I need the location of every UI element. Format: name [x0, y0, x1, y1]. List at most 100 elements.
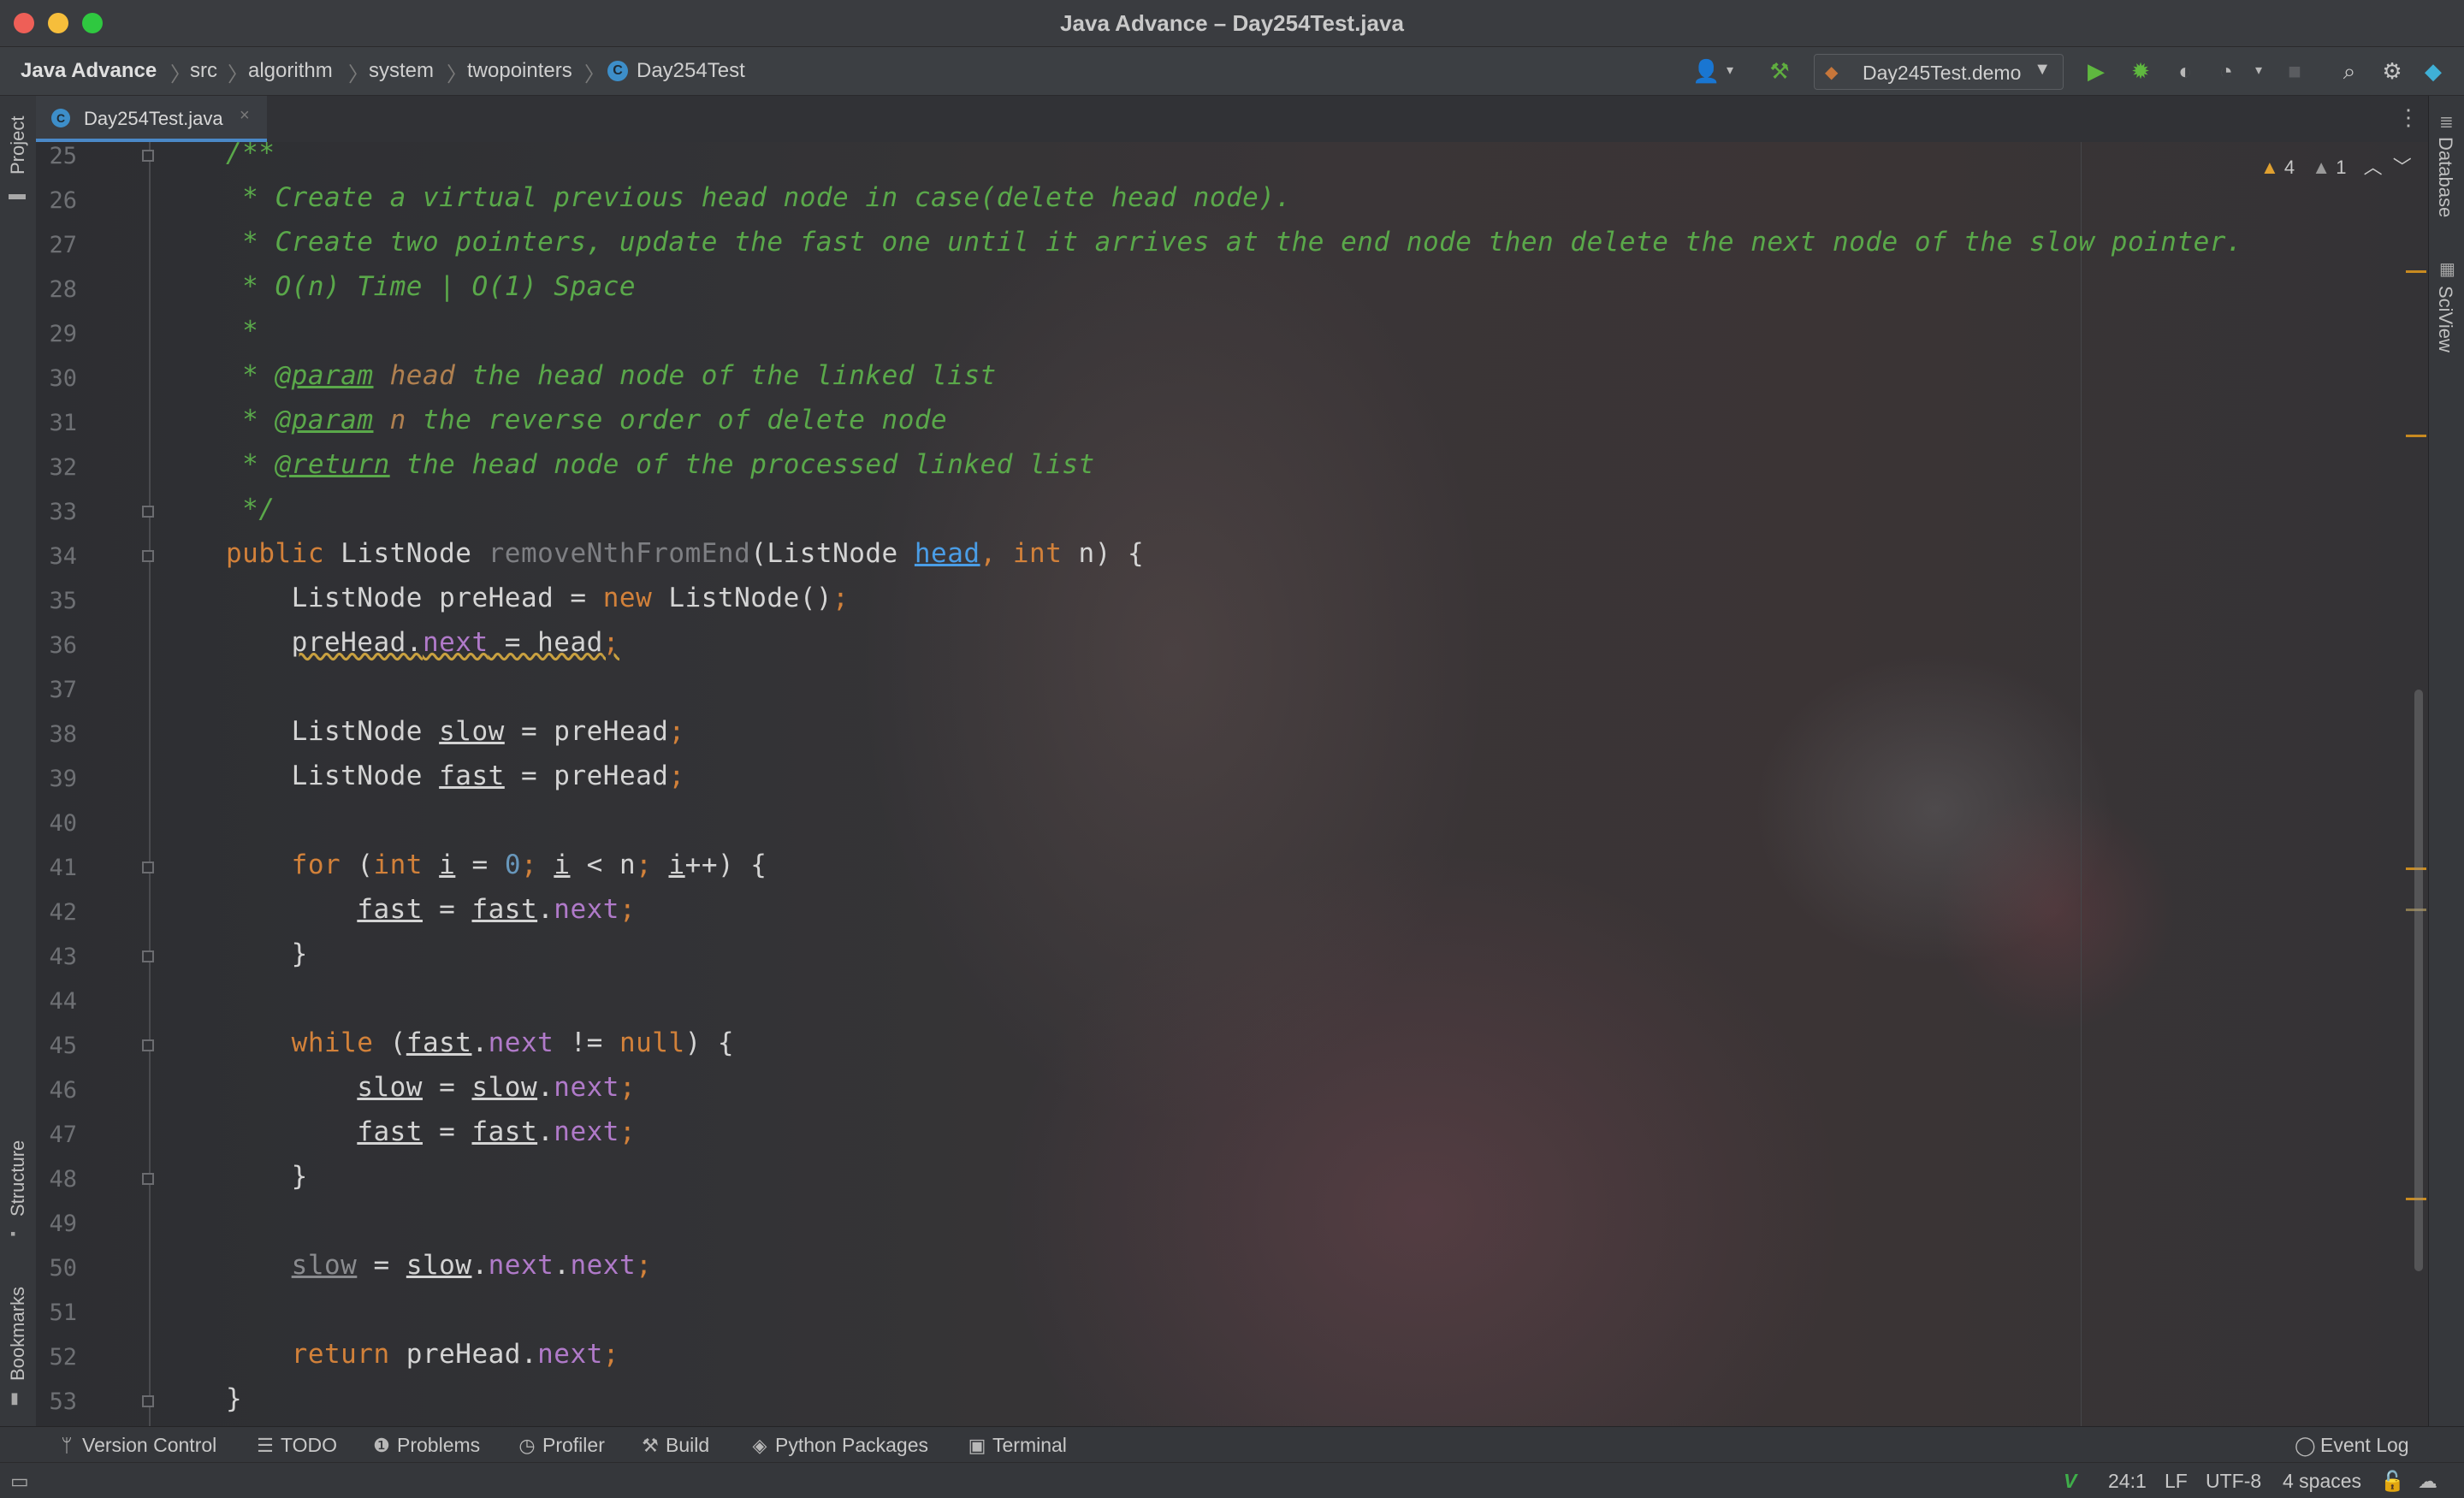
coverage-icon[interactable]: ◐	[2171, 57, 2199, 85]
line-number[interactable]: 31	[36, 410, 77, 436]
gear-icon[interactable]: ⚙	[2378, 57, 2406, 85]
warning-marker[interactable]	[2406, 270, 2426, 273]
line-number[interactable]: 30	[36, 365, 77, 392]
code-line[interactable]: }	[226, 1383, 242, 1414]
code-line[interactable]: * O(n) Time | O(1) Space	[226, 271, 636, 302]
breadcrumb-algorithm[interactable]: algorithm	[248, 59, 333, 83]
structure-panel-tab[interactable]: Structure	[7, 1140, 29, 1217]
inspection-widget[interactable]: ▲ 4 ▲ 1 ︿ ﹀	[2260, 152, 2412, 180]
line-number[interactable]: 45	[36, 1033, 77, 1059]
line-number[interactable]: 51	[36, 1300, 77, 1326]
fold-marker-icon[interactable]	[142, 1173, 154, 1185]
line-separator[interactable]: LF	[2165, 1470, 2188, 1493]
breadcrumb-twopointers[interactable]: twopointers	[467, 59, 572, 83]
vertical-scrollbar[interactable]	[2414, 690, 2423, 1271]
line-number[interactable]: 38	[36, 721, 77, 748]
code-line[interactable]: }	[226, 938, 308, 969]
line-number[interactable]: 41	[36, 855, 77, 881]
stop-icon[interactable]: ■	[2281, 57, 2308, 85]
more-options-icon[interactable]: ⋮	[2397, 104, 2420, 131]
code-line[interactable]: public ListNode removeNthFromEnd(ListNod…	[226, 538, 1144, 569]
line-number[interactable]: 34	[36, 543, 77, 570]
breadcrumb-class[interactable]: Day254Test	[637, 59, 745, 83]
line-number[interactable]: 35	[36, 588, 77, 614]
line-number[interactable]: 27	[36, 232, 77, 258]
line-number[interactable]: 47	[36, 1122, 77, 1148]
line-number[interactable]: 53	[36, 1388, 77, 1415]
line-number[interactable]: 42	[36, 899, 77, 926]
chevron-up-icon[interactable]: ︿	[2364, 157, 2383, 178]
todo-tab[interactable]: ☰ TODO	[255, 1434, 337, 1457]
line-number[interactable]: 52	[36, 1344, 77, 1371]
line-number[interactable]: 39	[36, 766, 77, 792]
fold-marker-icon[interactable]	[142, 506, 154, 518]
line-number[interactable]: 26	[36, 187, 77, 214]
line-number[interactable]: 36	[36, 632, 77, 659]
code-editor[interactable]: 25 /** 26 * Create a virtual previous head…	[36, 142, 2428, 1426]
problems-tab[interactable]: ❶ Problems	[371, 1434, 480, 1457]
close-icon[interactable]: ×	[240, 106, 250, 126]
fold-marker-icon[interactable]	[142, 550, 154, 562]
database-panel-tab[interactable]: Database	[2434, 137, 2456, 217]
breadcrumb-project[interactable]: Java Advance	[21, 59, 157, 83]
line-number[interactable]: 32	[36, 454, 77, 481]
vim-plugin-icon[interactable]: V	[2064, 1470, 2076, 1493]
caret-position[interactable]: 24:1	[2108, 1470, 2147, 1493]
notifications-icon[interactable]: ☁	[2418, 1470, 2437, 1493]
python-packages-tab[interactable]: ◈ Python Packages	[749, 1434, 928, 1457]
code-line[interactable]: ListNode preHead = new ListNode();	[226, 583, 849, 613]
line-number[interactable]: 50	[36, 1255, 77, 1282]
line-number[interactable]: 46	[36, 1077, 77, 1104]
event-log-tab[interactable]: ◯ Event Log	[2295, 1434, 2409, 1457]
hammer-icon[interactable]: ⚒	[1766, 57, 1793, 85]
fold-marker-icon[interactable]	[142, 861, 154, 873]
code-line[interactable]: }	[226, 1161, 308, 1192]
code-line[interactable]: /**	[226, 142, 275, 169]
sciview-panel-tab[interactable]: SciView	[2434, 286, 2456, 352]
line-number[interactable]: 25	[36, 143, 77, 169]
version-control-tab[interactable]: ᛘ Version Control	[56, 1434, 216, 1457]
editor-tab[interactable]: C Day254Test.java ×	[36, 96, 267, 142]
chevron-down-icon[interactable]: ﹀	[2393, 157, 2412, 178]
chevron-down-icon[interactable]: ▾	[1716, 57, 1744, 85]
breadcrumb-src[interactable]: src	[190, 59, 217, 83]
lock-icon[interactable]: 🔓	[2380, 1470, 2405, 1493]
search-icon[interactable]: ⌕	[2336, 57, 2363, 85]
code-line[interactable]: */	[226, 494, 275, 524]
warning-marker[interactable]	[2406, 435, 2426, 437]
code-line[interactable]: slow = slow.next;	[226, 1072, 636, 1103]
indent-setting[interactable]: 4 spaces	[2283, 1470, 2361, 1493]
code-line[interactable]: * @param head the head node of the linke…	[226, 360, 997, 391]
file-encoding[interactable]: UTF-8	[2206, 1470, 2261, 1493]
fold-marker-icon[interactable]	[142, 1395, 154, 1407]
chevron-down-icon[interactable]: ▾	[2245, 57, 2272, 85]
build-tab[interactable]: ⚒ Build	[640, 1434, 709, 1457]
debug-icon[interactable]: ✹	[2127, 57, 2154, 85]
code-line[interactable]: for (int i = 0; i < n; i++) {	[226, 850, 767, 880]
project-panel-tab[interactable]: Project	[7, 116, 29, 175]
code-line[interactable]: fast = fast.next;	[226, 894, 636, 925]
code-line[interactable]: preHead.next = head;	[226, 627, 619, 658]
line-number[interactable]: 37	[36, 677, 77, 703]
line-number[interactable]: 44	[36, 988, 77, 1015]
fold-marker-icon[interactable]	[142, 1039, 154, 1051]
breadcrumb-system[interactable]: system	[369, 59, 434, 83]
line-number[interactable]: 40	[36, 810, 77, 837]
code-line[interactable]: * @param n the reverse order of delete n…	[226, 405, 947, 435]
code-line[interactable]: return preHead.next;	[226, 1339, 619, 1370]
line-number[interactable]: 43	[36, 944, 77, 970]
layout-toggle-icon[interactable]: ▭	[10, 1470, 29, 1493]
code-line[interactable]: *	[226, 316, 258, 346]
code-line[interactable]: fast = fast.next;	[226, 1116, 636, 1147]
line-number[interactable]: 33	[36, 499, 77, 525]
run-icon[interactable]: ▶	[2082, 57, 2110, 85]
profiler-tab[interactable]: ◷ Profiler	[517, 1434, 604, 1457]
bookmarks-panel-tab[interactable]: Bookmarks	[7, 1287, 29, 1381]
code-line[interactable]: ListNode slow = preHead;	[226, 716, 685, 747]
line-number[interactable]: 49	[36, 1211, 77, 1237]
line-number[interactable]: 28	[36, 276, 77, 303]
code-line[interactable]: * Create a virtual previous head node in…	[226, 182, 1292, 213]
code-line[interactable]: slow = slow.next.next;	[226, 1250, 652, 1281]
code-line[interactable]: while (fast.next != null) {	[226, 1027, 734, 1058]
line-number[interactable]: 29	[36, 321, 77, 347]
